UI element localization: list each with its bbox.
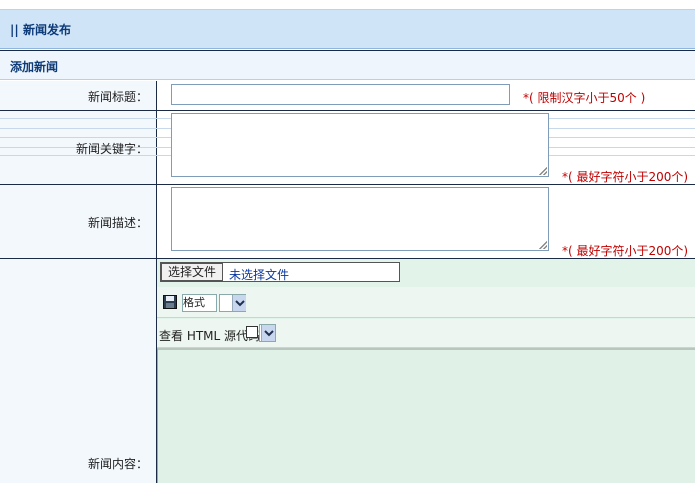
- format-dropdown[interactable]: [219, 294, 246, 312]
- news-keywords-hint: *( 最好字符小于200个): [562, 170, 689, 184]
- html-dropdown[interactable]: [259, 324, 276, 342]
- resize-grip-icon[interactable]: [539, 167, 547, 175]
- format-select-value: 格式: [183, 296, 205, 309]
- format-select[interactable]: 格式: [182, 294, 217, 312]
- news-description-hint: *( 最好字符小于200个): [562, 244, 689, 258]
- news-description-label: 新闻描述：: [87, 216, 148, 230]
- file-status-text: 未选择文件: [229, 268, 290, 282]
- news-title-input[interactable]: [171, 84, 510, 105]
- news-description-textarea[interactable]: [171, 187, 549, 251]
- news-keywords-label: 新闻关键字：: [75, 142, 148, 156]
- resize-grip-icon[interactable]: [539, 241, 547, 249]
- choose-file-button[interactable]: 选择文件: [161, 263, 223, 281]
- chevron-down-icon: [261, 325, 275, 341]
- page-header: [0, 9, 695, 49]
- news-content-label: 新闻内容：: [87, 457, 148, 471]
- news-title-label: 新闻标题：: [87, 90, 148, 104]
- section-title: 添加新闻: [10, 60, 59, 74]
- news-keywords-textarea[interactable]: [171, 113, 549, 177]
- view-html-source-label[interactable]: 查看 HTML 源代码: [159, 327, 260, 344]
- rich-text-editor[interactable]: [157, 348, 695, 483]
- view-html-checkbox[interactable]: [246, 326, 258, 338]
- page-title: || 新闻发布: [10, 23, 71, 37]
- row-separator: [0, 110, 695, 111]
- label-cell-content: [0, 259, 156, 483]
- news-title-hint: *( 限制汉字小于50个 ): [523, 91, 646, 105]
- save-icon[interactable]: [163, 295, 177, 309]
- section-header: [0, 50, 695, 80]
- chevron-down-icon: [232, 295, 246, 311]
